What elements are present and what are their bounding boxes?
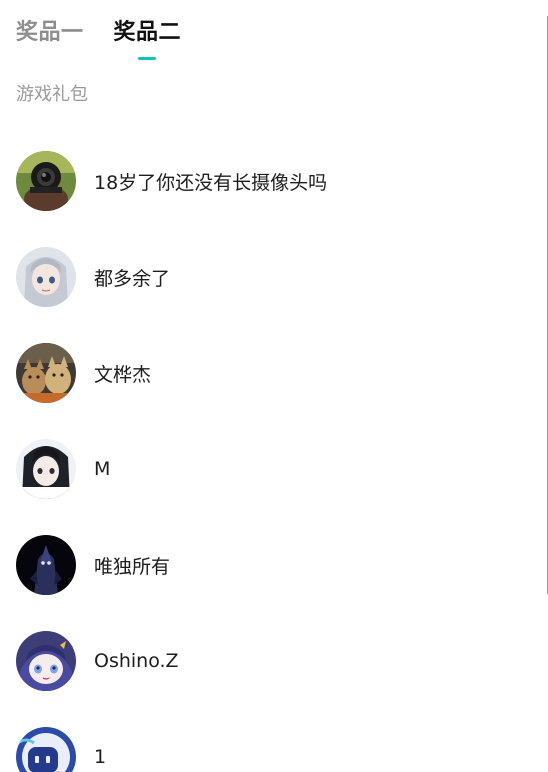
prize-tabs: 奖品一 奖品二 [16,14,182,60]
winner-row[interactable]: 都多余了 [16,229,536,325]
winner-row[interactable]: 1 [16,709,536,772]
section-title: 游戏礼包 [16,84,88,105]
camera-avatar[interactable] [16,151,76,211]
winner-row[interactable]: 18岁了你还没有长摄像头吗 [16,133,536,229]
winner-row[interactable]: 文桦杰 [16,325,536,421]
winner-list: 18岁了你还没有长摄像头吗 都多余了 文桦杰 M 唯独所有 Oshino.Z 1 [16,135,536,772]
prize-winners-page: 奖品一 奖品二 游戏礼包 18岁了你还没有长摄像头吗 都多余了 文桦杰 M 唯独… [0,0,548,772]
winner-name: M [94,458,111,480]
winner-name: 18岁了你还没有长摄像头吗 [94,171,328,194]
winner-name: 1 [94,746,107,768]
winner-name: 都多余了 [94,267,171,290]
dark-robot-avatar[interactable] [16,535,76,595]
winner-row[interactable]: M [16,421,536,517]
winner-name: Oshino.Z [94,650,179,672]
winner-name: 唯独所有 [94,555,171,578]
anime-chibi-avatar[interactable] [16,631,76,691]
blue-robot-avatar[interactable] [16,727,76,772]
cats-avatar[interactable] [16,343,76,403]
winner-row[interactable]: 唯独所有 [16,517,536,613]
winner-row[interactable]: Oshino.Z [16,613,536,709]
tab-prize-two[interactable]: 奖品二 [114,14,182,60]
winner-name: 文桦杰 [94,363,152,386]
anime-black-hair-avatar[interactable] [16,439,76,499]
anime-white-hair-avatar[interactable] [16,247,76,307]
tab-prize-one[interactable]: 奖品一 [16,14,84,54]
